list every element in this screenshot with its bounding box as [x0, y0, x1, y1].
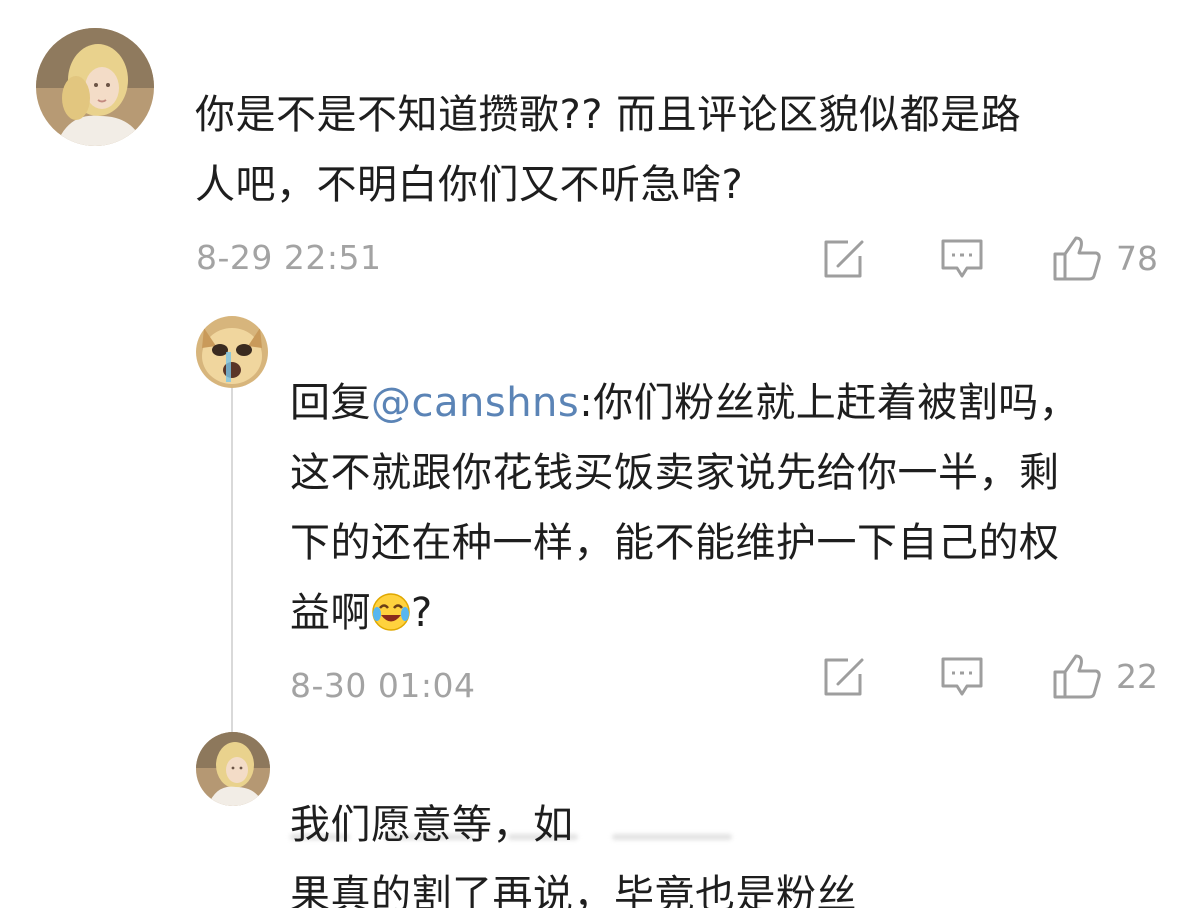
- mention-link[interactable]: @canshns: [371, 380, 579, 426]
- share-button[interactable]: [822, 238, 866, 280]
- share-icon: [824, 240, 864, 278]
- like-count: 78: [1116, 238, 1158, 278]
- reply-text-end: ?: [411, 590, 433, 636]
- cat-avatar-icon[interactable]: [196, 316, 268, 388]
- user-avatar-icon[interactable]: [36, 28, 154, 146]
- comment-button[interactable]: [940, 238, 984, 280]
- reply-text-line1: :你们粉丝就上赶着被割吗，: [579, 380, 1080, 426]
- like-icon: [1053, 654, 1101, 699]
- comment-timestamp: 8-29 22:51: [196, 238, 382, 277]
- comment-icon: [941, 657, 983, 696]
- share-icon: [824, 658, 864, 696]
- laughing-crying-emoji: [372, 593, 410, 631]
- reply-text: 回复@canshns:你们粉丝就上赶着被割吗， 这不就跟你花钱买饭卖家说先给你一…: [290, 368, 1180, 648]
- reply-timestamp: 8-30 01:04: [290, 666, 476, 705]
- thread-line: [231, 385, 233, 735]
- like-button[interactable]: 78: [1052, 234, 1158, 282]
- like-button[interactable]: 22: [1052, 652, 1158, 700]
- comment-text: 你是不是不知道攒歌?? 而且评论区貌似都是路 人吧，不明白你们又不听急啥?: [195, 92, 1022, 208]
- like-icon: [1053, 236, 1101, 281]
- like-count: 22: [1116, 656, 1158, 696]
- share-button[interactable]: [822, 656, 866, 698]
- reply-prefix: 回复: [290, 380, 371, 426]
- comment-text: 我们愿意等，如 果真的割了再说，毕竟也是粉丝: [290, 802, 857, 908]
- comment-icon: [941, 239, 983, 278]
- comment-button[interactable]: [940, 656, 984, 698]
- user-avatar-icon[interactable]: [196, 732, 270, 806]
